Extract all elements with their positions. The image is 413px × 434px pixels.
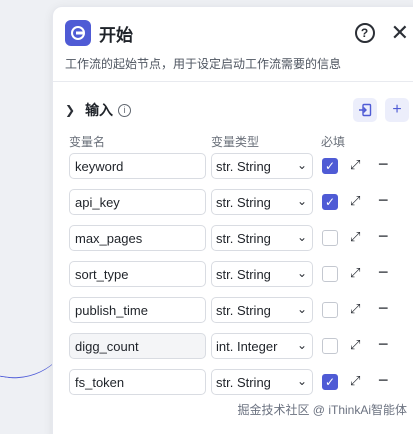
expand-icon[interactable]: ⤢ bbox=[350, 157, 360, 173]
chevron-down-icon: ⌄ bbox=[296, 266, 307, 280]
close-icon[interactable]: ✕ bbox=[391, 22, 409, 44]
remove-variable-icon[interactable]: − bbox=[378, 154, 389, 175]
variable-row: str. String ⌄ ⤢ − bbox=[69, 225, 399, 251]
start-node-panel: 开始 ? ✕ 工作流的起始节点，用于设定启动工作流需要的信息 ❯ 输入 i + … bbox=[52, 6, 413, 434]
chevron-down-icon: ⌄ bbox=[296, 158, 307, 172]
variable-name-input[interactable] bbox=[69, 369, 206, 395]
input-section-title: 输入 bbox=[85, 102, 114, 118]
variable-type-select[interactable]: str. String ⌄ bbox=[211, 261, 313, 287]
variable-type-label: str. String bbox=[216, 302, 271, 318]
expand-icon[interactable]: ⤢ bbox=[350, 265, 360, 281]
col-header-required: 必填 bbox=[321, 135, 346, 149]
required-checkbox[interactable] bbox=[322, 338, 338, 354]
variable-type-label: int. Integer bbox=[216, 338, 278, 354]
expand-icon[interactable]: ⤢ bbox=[350, 193, 360, 209]
watermark: 掘金技术社区 @ iThinkAi智能体 bbox=[237, 403, 407, 417]
variable-row: str. String ⌄ ✓ ⤢ − bbox=[69, 369, 399, 395]
required-checkbox[interactable]: ✓ bbox=[322, 158, 338, 174]
info-icon[interactable]: i bbox=[118, 103, 132, 117]
remove-variable-icon[interactable]: − bbox=[378, 298, 389, 319]
variable-type-select[interactable]: str. String ⌄ bbox=[211, 189, 313, 215]
col-header-name: 变量名 bbox=[69, 135, 106, 149]
remove-variable-icon[interactable]: − bbox=[378, 334, 389, 355]
divider bbox=[53, 81, 413, 82]
variable-type-select[interactable]: str. String ⌄ bbox=[211, 297, 313, 323]
plus-icon: + bbox=[392, 101, 402, 118]
variable-row: str. String ⌄ ✓ ⤢ − bbox=[69, 189, 399, 215]
help-icon[interactable]: ? bbox=[354, 23, 375, 43]
variable-name-input[interactable] bbox=[69, 297, 206, 323]
variable-type-select[interactable]: str. String ⌄ bbox=[211, 225, 313, 251]
chevron-down-icon: ⌄ bbox=[296, 230, 307, 244]
expand-icon[interactable]: ⤢ bbox=[350, 373, 360, 389]
variable-row: int. Integer ⌄ ⤢ − bbox=[69, 333, 399, 359]
input-section-header: ❯ 输入 i + bbox=[65, 98, 409, 122]
variable-type-label: str. String bbox=[216, 266, 271, 282]
col-header-type: 变量类型 bbox=[211, 135, 260, 149]
import-button[interactable] bbox=[353, 98, 377, 122]
variable-name-input[interactable] bbox=[69, 261, 206, 287]
variable-name-input[interactable] bbox=[69, 189, 206, 215]
start-node-icon bbox=[65, 20, 91, 46]
remove-variable-icon[interactable]: − bbox=[378, 190, 389, 211]
variable-type-select[interactable]: int. Integer ⌄ bbox=[211, 333, 313, 359]
remove-variable-icon[interactable]: − bbox=[378, 370, 389, 391]
variable-name-input[interactable] bbox=[69, 333, 206, 359]
variable-row: str. String ⌄ ✓ ⤢ − bbox=[69, 153, 399, 179]
import-icon bbox=[359, 103, 372, 117]
required-checkbox[interactable]: ✓ bbox=[322, 194, 338, 210]
add-variable-button[interactable]: + bbox=[385, 98, 409, 122]
chevron-down-icon: ⌄ bbox=[296, 302, 307, 316]
required-checkbox[interactable] bbox=[322, 302, 338, 318]
remove-variable-icon[interactable]: − bbox=[378, 226, 389, 247]
variable-type-label: str. String bbox=[216, 194, 271, 210]
chevron-down-icon[interactable]: ❯ bbox=[65, 103, 75, 117]
remove-variable-icon[interactable]: − bbox=[378, 262, 389, 283]
chevron-down-icon: ⌄ bbox=[296, 338, 307, 352]
required-checkbox[interactable] bbox=[322, 230, 338, 246]
variable-type-select[interactable]: str. String ⌄ bbox=[211, 153, 313, 179]
variable-type-label: str. String bbox=[216, 230, 271, 246]
chevron-down-icon: ⌄ bbox=[296, 374, 307, 388]
expand-icon[interactable]: ⤢ bbox=[350, 337, 360, 353]
variable-name-input[interactable] bbox=[69, 153, 206, 179]
variable-name-input[interactable] bbox=[69, 225, 206, 251]
variable-row: str. String ⌄ ⤢ − bbox=[69, 261, 399, 287]
required-checkbox[interactable] bbox=[322, 266, 338, 282]
variable-row: str. String ⌄ ⤢ − bbox=[69, 297, 399, 323]
chevron-down-icon: ⌄ bbox=[296, 194, 307, 208]
panel-title: 开始 bbox=[99, 25, 133, 45]
expand-icon[interactable]: ⤢ bbox=[350, 301, 360, 317]
variable-type-label: str. String bbox=[216, 374, 271, 390]
panel-description: 工作流的起始节点，用于设定启动工作流需要的信息 bbox=[65, 57, 342, 71]
variable-type-label: str. String bbox=[216, 158, 271, 174]
variable-type-select[interactable]: str. String ⌄ bbox=[211, 369, 313, 395]
panel-header: 开始 ? ✕ bbox=[65, 17, 409, 49]
expand-icon[interactable]: ⤢ bbox=[350, 229, 360, 245]
required-checkbox[interactable]: ✓ bbox=[322, 374, 338, 390]
